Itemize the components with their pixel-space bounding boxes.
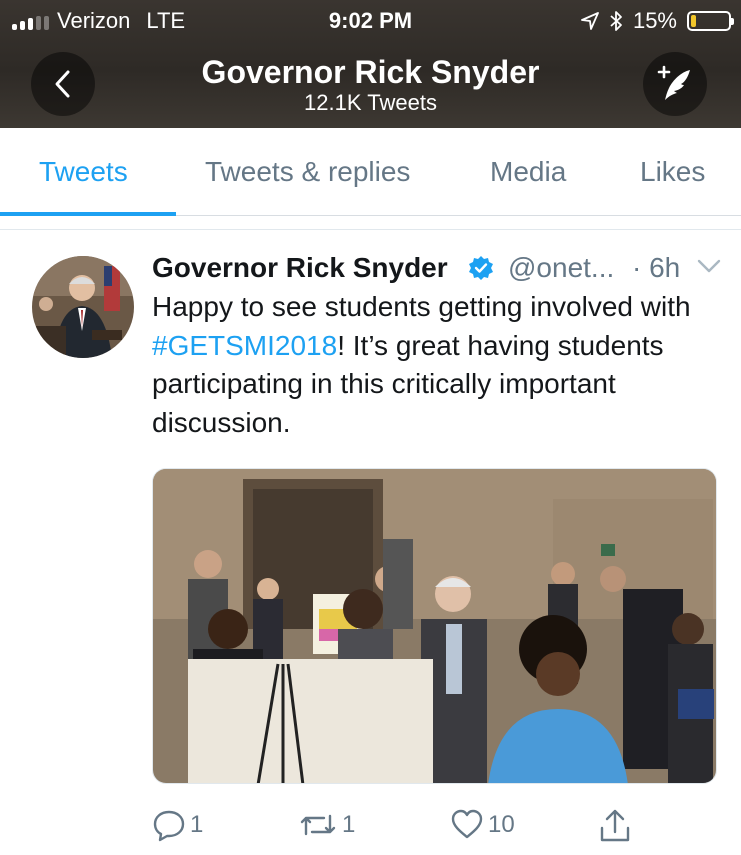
- location-arrow-icon: [581, 12, 599, 30]
- compose-feather-icon: [657, 65, 690, 100]
- tweet-timestamp[interactable]: · 6h: [632, 252, 680, 284]
- retweet-count: 1: [342, 811, 356, 838]
- tab-media[interactable]: Media: [490, 156, 566, 188]
- hashtag-link[interactable]: #GETSMI2018: [152, 330, 337, 361]
- tweet-header: Governor Rick Snyder @onet... · 6h: [152, 252, 727, 288]
- page-title: Governor Rick Snyder: [201, 54, 540, 90]
- tweet-actions: 1 1 10: [0, 808, 741, 848]
- heart-icon: [451, 809, 483, 839]
- tweet-text: Happy to see students getting involved w…: [152, 288, 727, 442]
- like-count: 10: [488, 811, 515, 838]
- battery-percent: 15%: [632, 8, 677, 33]
- share-icon: [600, 809, 630, 842]
- profile-header: Verizon LTE 9:02 PM 15% Governor Rick Sn…: [0, 0, 741, 128]
- status-bar: Verizon LTE 9:02 PM 15%: [0, 0, 741, 40]
- tweet-count: 12.1K Tweets: [304, 90, 437, 115]
- avatar-image: [32, 256, 134, 358]
- share-button[interactable]: [598, 808, 632, 844]
- avatar[interactable]: [32, 256, 134, 358]
- tweet-author-handle[interactable]: @onet...: [508, 252, 614, 284]
- profile-tabs: Tweets Tweets & replies Media Likes: [0, 128, 741, 216]
- reply-icon: [153, 810, 185, 842]
- tab-tweets[interactable]: Tweets: [39, 156, 128, 188]
- tweet-text-part: Happy to see students getting involved w…: [152, 291, 691, 322]
- retweet-icon: [300, 814, 336, 836]
- compose-tweet-button[interactable]: [643, 52, 707, 116]
- like-button[interactable]: 10: [450, 808, 515, 842]
- reply-button[interactable]: 1: [152, 808, 203, 842]
- tweet-author-name[interactable]: Governor Rick Snyder: [152, 252, 448, 284]
- tweet-photo[interactable]: [152, 468, 717, 784]
- battery-icon: [687, 11, 734, 31]
- status-right: 15%: [581, 8, 734, 34]
- active-tab-indicator: [0, 212, 176, 216]
- bluetooth-icon: [610, 11, 622, 31]
- event-photo-image: [153, 469, 716, 783]
- reply-count: 1: [190, 811, 204, 838]
- divider: [0, 229, 741, 230]
- tab-tweets-and-replies[interactable]: Tweets & replies: [205, 156, 410, 188]
- tab-likes[interactable]: Likes: [640, 156, 705, 188]
- retweet-button[interactable]: 1: [298, 808, 355, 842]
- verified-badge-icon: [469, 256, 493, 280]
- chevron-down-icon[interactable]: [697, 258, 721, 274]
- battery-level-fill: [691, 15, 697, 27]
